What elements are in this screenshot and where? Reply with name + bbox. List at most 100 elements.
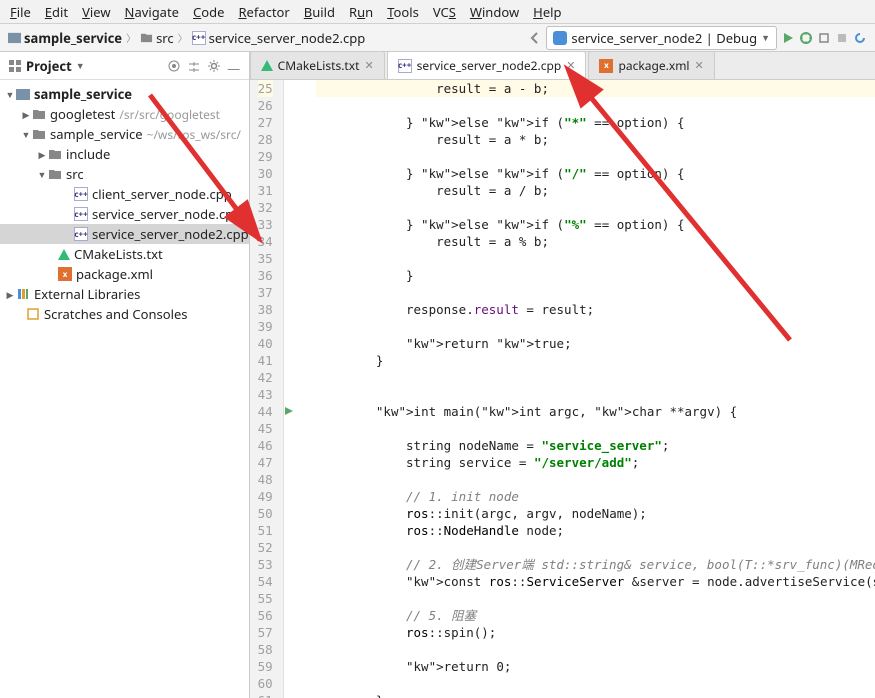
menu-vcs[interactable]: VCS bbox=[433, 3, 456, 21]
attach-button[interactable] bbox=[817, 31, 831, 45]
folder-icon bbox=[48, 147, 62, 161]
code-area[interactable]: 2526272829303132333435363738394041424344… bbox=[250, 80, 875, 698]
tab-package-xml[interactable]: x package.xml ✕ bbox=[588, 51, 714, 79]
breadcrumb-root-label: sample_service bbox=[24, 29, 122, 47]
code-lines[interactable]: result = a - b; } "kw">else "kw">if ("*"… bbox=[298, 80, 875, 698]
tree-label: service_server_node2.cpp bbox=[92, 225, 249, 243]
breadcrumb-file-label: service_server_node2.cpp bbox=[209, 29, 366, 47]
tree-file-service2[interactable]: c++ service_server_node2.cpp bbox=[0, 224, 249, 244]
library-icon bbox=[16, 287, 30, 301]
close-icon[interactable]: ✕ bbox=[566, 58, 575, 73]
gear-icon[interactable] bbox=[207, 59, 221, 73]
marker-gutter bbox=[284, 80, 298, 698]
breadcrumb-root[interactable]: sample_service bbox=[8, 29, 122, 47]
tree-hint: /sr/src/googletest bbox=[119, 106, 220, 123]
chevron-down-icon: ▼ bbox=[761, 31, 770, 44]
menu-refactor[interactable]: Refactor bbox=[238, 3, 289, 21]
tree-src[interactable]: src bbox=[0, 164, 249, 184]
breadcrumb: sample_service 〉 src 〉 c++ service_serve… bbox=[8, 29, 524, 47]
menu-help[interactable]: Help bbox=[533, 3, 561, 21]
editor: CMakeLists.txt ✕ c++ service_server_node… bbox=[250, 52, 875, 698]
chevron-right-icon: 〉 bbox=[178, 30, 188, 45]
menu-window[interactable]: Window bbox=[470, 3, 519, 21]
folder-icon bbox=[140, 31, 153, 44]
menu-run[interactable]: Run bbox=[349, 3, 373, 21]
editor-tabs: CMakeLists.txt ✕ c++ service_server_node… bbox=[250, 52, 875, 80]
xml-file-icon: x bbox=[58, 267, 72, 281]
tree-file-service[interactable]: c++ service_server_node.cpp bbox=[0, 204, 249, 224]
menu-file[interactable]: File bbox=[10, 3, 31, 21]
menu-edit[interactable]: Edit bbox=[45, 3, 68, 21]
breadcrumb-src[interactable]: src bbox=[140, 29, 174, 47]
tab-cmakelists[interactable]: CMakeLists.txt ✕ bbox=[250, 51, 385, 79]
tree-label: service_server_node.cpp bbox=[92, 205, 241, 223]
back-icon[interactable] bbox=[528, 31, 542, 45]
folder-icon bbox=[48, 167, 62, 181]
tree-label: package.xml bbox=[76, 265, 153, 283]
tree-scratches[interactable]: Scratches and Consoles bbox=[0, 304, 249, 324]
folder-icon bbox=[32, 127, 46, 141]
tab-service-server-node2[interactable]: c++ service_server_node2.cpp ✕ bbox=[387, 51, 587, 79]
tree-label: client_server_node.cpp bbox=[92, 185, 232, 203]
expand-all-icon[interactable] bbox=[187, 59, 201, 73]
run-button[interactable] bbox=[781, 31, 795, 45]
tab-label: service_server_node2.cpp bbox=[417, 57, 562, 74]
project-tree[interactable]: sample_service googletest /sr/src/google… bbox=[0, 80, 249, 698]
cmake-file-icon bbox=[261, 60, 273, 71]
tree-label: External Libraries bbox=[34, 285, 140, 303]
cpp-file-icon: c++ bbox=[74, 187, 88, 201]
tree-cmake[interactable]: CMakeLists.txt bbox=[0, 244, 249, 264]
tree-googletest[interactable]: googletest /sr/src/googletest bbox=[0, 104, 249, 124]
cpp-file-icon: c++ bbox=[74, 227, 88, 241]
breadcrumb-src-label: src bbox=[156, 29, 174, 47]
debug-button[interactable] bbox=[799, 31, 813, 45]
project-tool-window: Project ▼ — sample_service googletest /s… bbox=[0, 52, 250, 698]
tree-label: googletest bbox=[50, 105, 115, 123]
tree-sample-service[interactable]: sample_service ~/ws/ros_ws/src/ bbox=[0, 124, 249, 144]
stop-button[interactable] bbox=[835, 31, 849, 45]
tab-label: package.xml bbox=[618, 57, 689, 74]
menu-build[interactable]: Build bbox=[304, 3, 335, 21]
tree-external-libraries[interactable]: External Libraries bbox=[0, 284, 249, 304]
menu-view[interactable]: View bbox=[82, 3, 110, 21]
cmake-file-icon bbox=[58, 249, 70, 260]
xml-file-icon: x bbox=[599, 59, 613, 73]
tree-include[interactable]: include bbox=[0, 144, 249, 164]
tree-label: CMakeLists.txt bbox=[74, 245, 163, 263]
tree-root[interactable]: sample_service bbox=[0, 84, 249, 104]
close-icon[interactable]: ✕ bbox=[364, 58, 373, 73]
chevron-right-icon: 〉 bbox=[126, 30, 136, 45]
close-icon[interactable]: ✕ bbox=[695, 58, 704, 73]
cpp-file-icon: c++ bbox=[192, 31, 206, 45]
hide-button[interactable]: — bbox=[227, 59, 241, 73]
tree-root-label: sample_service bbox=[34, 85, 132, 103]
run-config-label: service_server_node2 | Debug bbox=[571, 29, 757, 47]
tree-hint: ~/ws/ros_ws/src/ bbox=[147, 126, 241, 143]
project-title: Project bbox=[26, 57, 72, 75]
chevron-down-icon[interactable]: ▼ bbox=[76, 59, 85, 72]
update-button[interactable] bbox=[853, 31, 867, 45]
tree-label: include bbox=[66, 145, 110, 163]
tree-label: src bbox=[66, 165, 84, 183]
menu-tools[interactable]: Tools bbox=[387, 3, 419, 21]
tab-label: CMakeLists.txt bbox=[278, 57, 360, 74]
breadcrumb-file[interactable]: c++ service_server_node2.cpp bbox=[192, 29, 366, 47]
cpp-file-icon: c++ bbox=[74, 207, 88, 221]
menu-code[interactable]: Code bbox=[193, 3, 224, 21]
app-icon bbox=[553, 31, 567, 45]
run-config-selector[interactable]: service_server_node2 | Debug ▼ bbox=[546, 26, 777, 50]
select-opened-file-icon[interactable] bbox=[167, 59, 181, 73]
module-icon bbox=[16, 87, 30, 101]
line-gutter[interactable]: 2526272829303132333435363738394041424344… bbox=[250, 80, 284, 698]
tree-label: sample_service bbox=[50, 125, 143, 143]
folder-icon bbox=[32, 107, 46, 121]
tree-package[interactable]: x package.xml bbox=[0, 264, 249, 284]
tree-label: Scratches and Consoles bbox=[44, 305, 188, 323]
tree-file-client[interactable]: c++ client_server_node.cpp bbox=[0, 184, 249, 204]
toolbar: sample_service 〉 src 〉 c++ service_serve… bbox=[0, 24, 875, 52]
cpp-file-icon: c++ bbox=[398, 59, 412, 73]
project-icon bbox=[8, 59, 22, 73]
module-icon bbox=[8, 31, 21, 44]
menu-navigate[interactable]: Navigate bbox=[125, 3, 179, 21]
menu-bar: File Edit View Navigate Code Refactor Bu… bbox=[0, 0, 875, 24]
